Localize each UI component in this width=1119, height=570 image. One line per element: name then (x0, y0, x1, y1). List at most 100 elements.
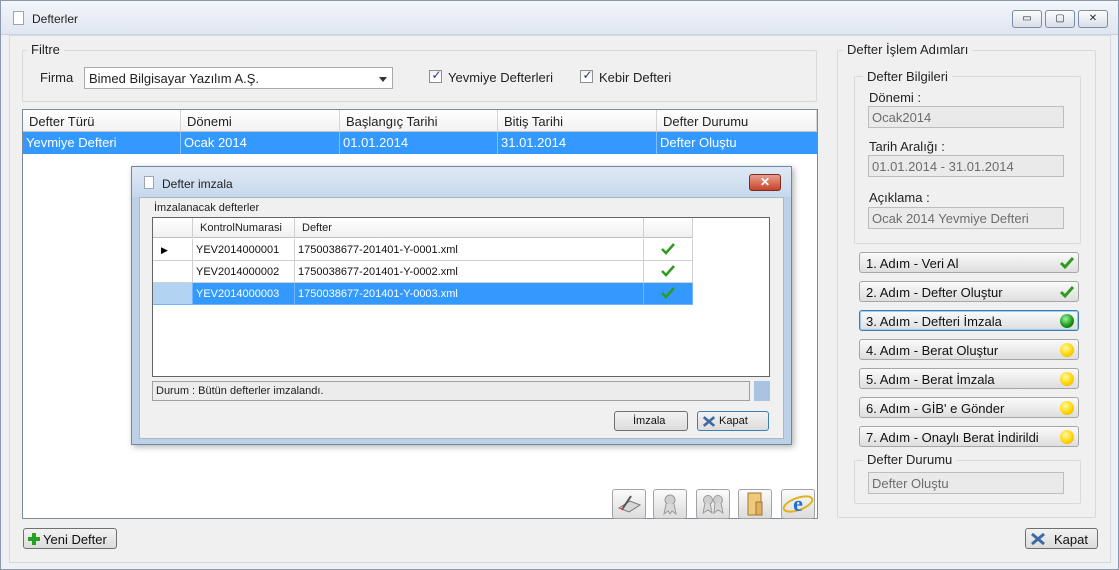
table-row[interactable]: ▶ YEV2014000001 1750038677-201401-Y-0001.x… (153, 239, 693, 261)
step-button-7[interactable]: 7. Adım - Onaylı Berat İndirildi (859, 426, 1079, 447)
file-folder-icon (747, 492, 763, 516)
kebir-checkbox[interactable]: ✓ (580, 68, 593, 83)
kapat-button[interactable]: Kapat (1025, 528, 1098, 549)
check-icon (661, 265, 675, 277)
table-cell: Defter Oluştu (660, 135, 737, 150)
kapat-label: Kapat (1054, 532, 1088, 547)
dialog-kapat-label: Kapat (719, 415, 748, 427)
defter-imzala-dialog: Defter imzala ✕ İmzalanacak defterler Ko… (131, 166, 792, 445)
imzalanacak-label: İmzalanacak defterler (154, 202, 260, 214)
double-ribbon-button[interactable] (696, 489, 730, 519)
check-icon (661, 243, 675, 255)
row-indicator (153, 283, 193, 305)
status-yellow-icon (1060, 401, 1074, 415)
step-button-2[interactable]: 2. Adım - Defter Oluştur (859, 281, 1079, 302)
yeni-defter-button[interactable]: Yeni Defter (23, 528, 117, 549)
status-cell (644, 283, 693, 305)
yeni-defter-label: Yeni Defter (43, 532, 107, 547)
kontrol-cell: YEV2014000002 (193, 261, 295, 283)
column-header-baslangic-tarihi[interactable]: Başlangıç Tarihi (340, 110, 498, 132)
internet-explorer-button[interactable]: e (781, 489, 815, 519)
imzala-button[interactable]: İmzala (614, 411, 688, 431)
step-label: 3. Adım - Defteri İmzala (866, 314, 1002, 329)
window-title: Defterler (32, 12, 79, 26)
table-cell: 31.01.2014 (498, 132, 657, 154)
check-icon (1059, 286, 1075, 299)
imzala-grid[interactable]: KontrolNumarasi Defter ▶ YEV2014000001 175… (152, 217, 770, 377)
kontrol-cell: YEV2014000001 (193, 239, 295, 261)
step-button-3[interactable]: 3. Adım - Defteri İmzala (859, 310, 1079, 331)
dialog-title: Defter imzala (162, 177, 233, 191)
status-green-icon (1060, 314, 1074, 328)
book-sign-icon (617, 495, 642, 513)
status-cell (644, 239, 693, 261)
dialog-kapat-button[interactable]: Kapat (697, 411, 769, 431)
kebir-checkbox-label[interactable]: Kebir Defteri (599, 70, 671, 85)
row-indicator: ▶ (153, 239, 193, 261)
imzala-label: İmzala (633, 415, 666, 427)
row-indicator (153, 261, 193, 283)
table-cell: 01.01.2014 (340, 132, 498, 154)
filter-group-label: Filtre (27, 42, 64, 57)
kontrol-cell: YEV2014000003 (193, 283, 295, 305)
file-folder-button[interactable] (738, 489, 772, 519)
yevmiye-checkbox-label[interactable]: Yevmiye Defterleri (448, 70, 553, 85)
close-icon: ✕ (759, 175, 771, 189)
check-icon: ✓ (431, 68, 442, 82)
dialog-body: İmzalanacak defterler KontrolNumarasi De… (139, 197, 784, 439)
ribbon-button[interactable] (653, 489, 687, 519)
dialog-close-button[interactable]: ✕ (749, 174, 781, 191)
svg-text:e: e (793, 491, 803, 516)
step-label: 5. Adım - Berat İmzala (866, 372, 995, 387)
table-cell: Ocak 2014 (181, 132, 340, 154)
step-button-5[interactable]: 5. Adım - Berat İmzala (859, 368, 1079, 389)
main-window: Defterler ▭ ▢ ✕ Filtre Firma Bimed Bilgi… (0, 0, 1119, 570)
defter-durumu-label: Defter Durumu (863, 452, 957, 467)
column-header-defter-durumu[interactable]: Defter Durumu (657, 110, 817, 132)
defter-cell: 1750038677-201401-Y-0003.xml (295, 283, 644, 305)
firma-combobox[interactable]: Bimed Bilgisayar Yazılım A.Ş. (84, 67, 393, 89)
dialog-title-bar: Defter imzala ✕ (132, 167, 791, 197)
column-header-bitis-tarihi[interactable]: Bitiş Tarihi (498, 110, 657, 132)
status-indicator (754, 381, 770, 401)
column-header-donemi[interactable]: Dönemi (181, 110, 340, 132)
close-x-icon (1031, 532, 1045, 546)
status-cell (644, 261, 693, 283)
internet-explorer-icon: e (782, 491, 814, 516)
step-label: 1. Adım - Veri Al (866, 256, 959, 271)
book-sign-button[interactable] (612, 489, 646, 519)
ribbon-icon (663, 494, 677, 516)
steps-list: 1. Adım - Veri Al 2. Adım - Defter Oluştu… (837, 1, 1097, 461)
column-header-kontrol[interactable]: KontrolNumarasi (193, 218, 295, 238)
check-icon: ✓ (582, 68, 593, 82)
firma-value: Bimed Bilgisayar Yazılım A.Ş. (89, 71, 260, 86)
plus-icon (28, 533, 40, 545)
column-header-status[interactable] (644, 218, 693, 238)
status-bar: Durum : Bütün defterler imzalandı. (152, 381, 750, 401)
step-button-1[interactable]: 1. Adım - Veri Al (859, 252, 1079, 273)
status-yellow-icon (1060, 430, 1074, 444)
check-icon (1059, 257, 1075, 270)
status-yellow-icon (1060, 372, 1074, 386)
check-icon (661, 287, 675, 299)
table-row[interactable]: YEV2014000003 1750038677-201401-Y-0003.xm… (153, 283, 693, 305)
dialog-document-icon (144, 176, 154, 189)
window-document-icon (13, 11, 24, 25)
table-row[interactable]: Yevmiye Defteri Ocak 2014 01.01.2014 31.… (23, 132, 817, 154)
column-header-defter[interactable]: Defter (295, 218, 644, 238)
double-ribbon-icon (702, 495, 724, 515)
defter-cell: 1750038677-201401-Y-0001.xml (295, 239, 644, 261)
row-indicator-header (153, 218, 193, 238)
step-label: 4. Adım - Berat Oluştur (866, 343, 999, 358)
close-x-icon (702, 416, 716, 427)
firma-label: Firma (40, 70, 74, 85)
defter-cell: 1750038677-201401-Y-0002.xml (295, 261, 644, 283)
table-row[interactable]: YEV2014000002 1750038677-201401-Y-0002.xm… (153, 261, 693, 283)
step-label: 7. Adım - Onaylı Berat İndirildi (866, 430, 1039, 445)
column-header-defter-turu[interactable]: Defter Türü (23, 110, 181, 132)
defter-durumu-field[interactable]: Defter Oluştu (868, 472, 1064, 494)
step-button-4[interactable]: 4. Adım - Berat Oluştur (859, 339, 1079, 360)
step-button-6[interactable]: 6. Adım - GİB' e Gönder (859, 397, 1079, 418)
chevron-down-icon[interactable] (379, 77, 387, 82)
yevmiye-checkbox[interactable]: ✓ (429, 68, 442, 83)
